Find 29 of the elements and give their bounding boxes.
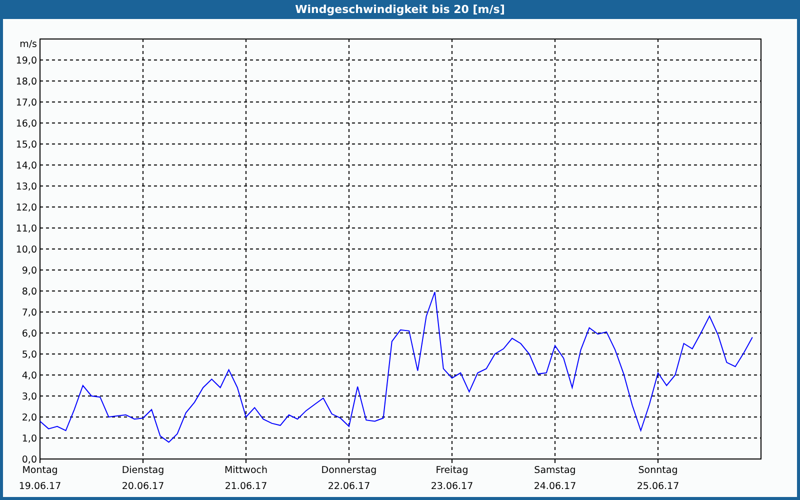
x-tick-label: Samstag 24.06.17 <box>534 465 576 492</box>
y-tick-label: 11,0 <box>16 224 37 234</box>
y-tick-label: 18,0 <box>16 76 37 88</box>
y-tick-label: 9,0 <box>22 266 37 276</box>
y-tick-label: 19,0 <box>16 56 37 66</box>
y-tick-label: 6,0 <box>22 328 37 340</box>
y-tick-label: 4,0 <box>22 370 37 382</box>
window-title: Windgeschwindigkeit bis 20 [m/s] <box>295 3 505 16</box>
y-tick-label: 3,0 <box>22 392 37 402</box>
y-tick-label: 2,0 <box>22 412 37 424</box>
y-tick-label: 13,0 <box>16 182 37 192</box>
y-tick-label: 14,0 <box>16 160 37 172</box>
y-tick-label: 17,0 <box>16 98 37 108</box>
y-tick-label: 1,0 <box>22 434 37 444</box>
y-tick-label: 7,0 <box>22 308 37 318</box>
x-tick-label: Freitag 23.06.17 <box>430 465 474 492</box>
y-tick-label: 12,0 <box>16 202 37 214</box>
x-tick-label: Mittwoch 21.06.17 <box>224 465 268 492</box>
x-tick-label: Donnerstag 22.06.17 <box>321 465 377 492</box>
y-tick-label: 16,0 <box>16 118 37 130</box>
y-tick-label: 5,0 <box>22 350 37 360</box>
y-axis-title: m/s <box>20 39 37 50</box>
y-tick-label: 0,0 <box>22 454 37 466</box>
x-tick-label: Dienstag 20.06.17 <box>122 465 164 492</box>
x-tick-label: Montag 19.06.17 <box>18 465 62 492</box>
y-tick-label: 10,0 <box>16 244 37 256</box>
y-tick-label: 8,0 <box>22 286 37 298</box>
y-tick-label: 15,0 <box>16 140 37 150</box>
x-tick-label: Sonntag 25.06.17 <box>636 465 680 492</box>
